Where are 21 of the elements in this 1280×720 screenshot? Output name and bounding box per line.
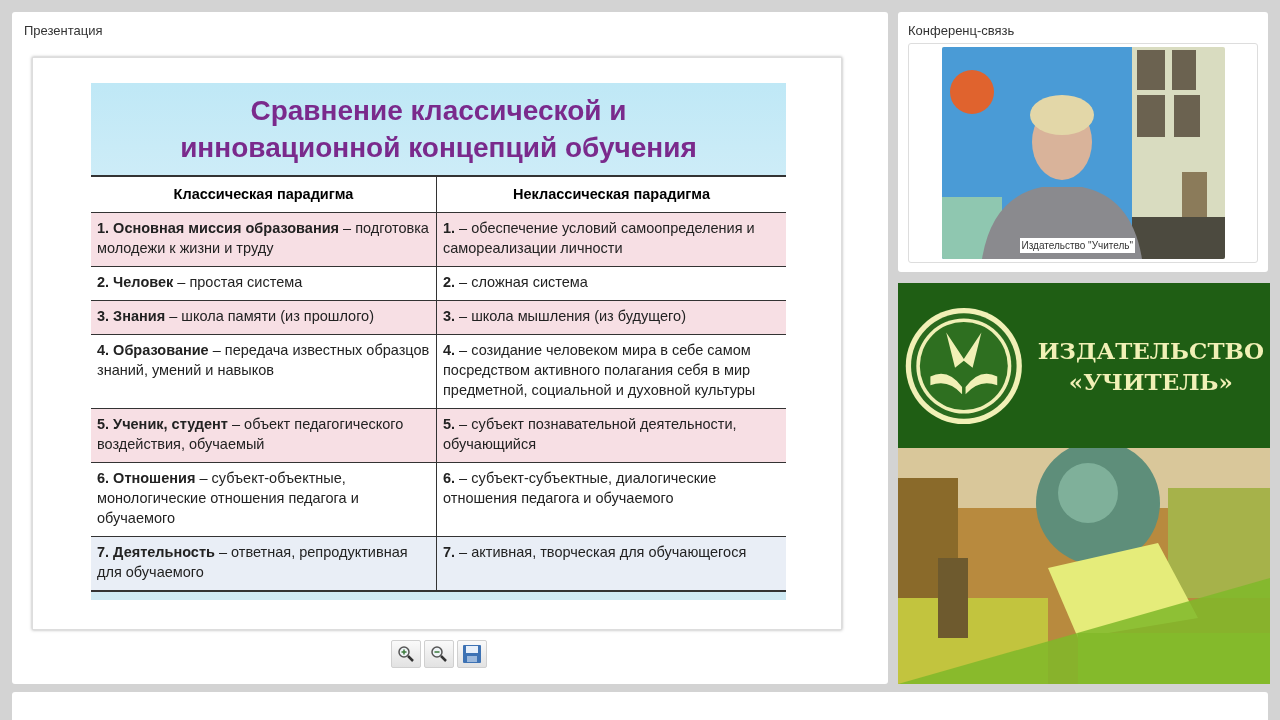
table-cell-text: 5. – субъект познавательной деятельности, обучающийся — [442, 415, 738, 454]
table-cell-text: 1. – обеспечение условий самоопределения и самореализации личности — [442, 219, 756, 258]
zoom-in-icon — [397, 645, 415, 663]
table-cell: 7. Деятельность – ответная, репродуктивная для обучаемого — [91, 537, 437, 590]
column-header: Неклассическая парадигма — [512, 185, 711, 204]
zoom-in-button[interactable] — [391, 640, 421, 668]
banner-title: «УЧИТЕЛЬ» — [1068, 366, 1233, 397]
panel-title: Презентация — [23, 22, 104, 40]
zoom-out-button[interactable] — [424, 640, 454, 668]
save-button[interactable] — [457, 640, 487, 668]
panel-title: Конференц-связь — [908, 22, 1016, 40]
zoom-out-icon — [430, 645, 448, 663]
slide-title: Сравнение классической и — [250, 94, 627, 128]
table-cell-text: 2. – сложная система — [442, 273, 589, 292]
slide-title: инновационной концепций обучения — [180, 131, 697, 165]
banner-title: ИЗДАТЕЛЬСТВО — [1037, 335, 1264, 366]
video-caption: Издательство "Учитель" — [1019, 238, 1136, 253]
table-cell-text: 3. – школа мышления (из будущего) — [442, 307, 687, 326]
table-cell-text: 6. – субъект-субъектные, диалогические отношения педагога и обучаемого — [442, 469, 718, 508]
table-cell-text: 4. – созидание человеком мира в себе самом посредством активного полагания себя в мир предметной, социальной и духовной культуры — [442, 341, 757, 400]
table-cell-text: 7. – активная, творческая для обучающегося — [442, 543, 748, 562]
